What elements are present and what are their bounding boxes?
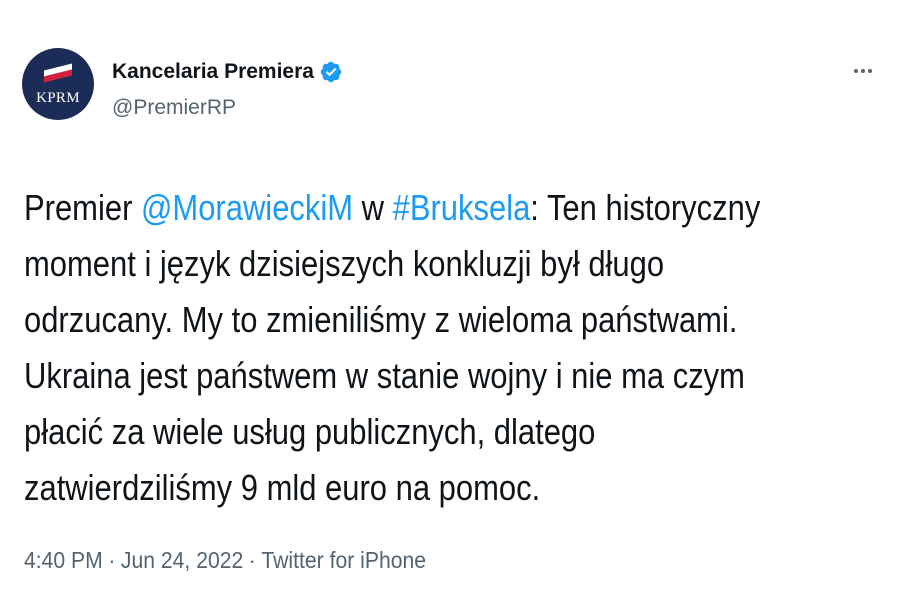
- tweet-line-6: zatwierdziliśmy 9 mld euro na pomoc.: [24, 467, 541, 508]
- tweet-line-2: moment i język dzisiejszych konkluzji by…: [24, 243, 665, 284]
- hashtag-link[interactable]: #Bruksela: [393, 187, 531, 228]
- avatar[interactable]: KPRM: [22, 48, 94, 120]
- avatar-logo-text: KPRM: [36, 90, 80, 106]
- tweet-text-segment: w: [353, 187, 393, 228]
- name-row: Kancelaria Premiera: [112, 60, 343, 84]
- more-options-icon[interactable]: [845, 58, 881, 84]
- display-name[interactable]: Kancelaria Premiera: [112, 60, 314, 84]
- tweet-source[interactable]: Twitter for iPhone: [261, 547, 426, 573]
- tweet-time[interactable]: 4:40 PM: [24, 547, 103, 573]
- tweet-date[interactable]: Jun 24, 2022: [121, 547, 243, 573]
- user-info: Kancelaria Premiera @PremierRP: [112, 60, 343, 120]
- tweet-line-4: Ukraina jest państwem w stanie wojny i n…: [24, 355, 745, 396]
- polish-flag-icon: [44, 63, 72, 83]
- tweet-card: KPRM Kancelaria Premiera @PremierRP Prem…: [0, 0, 900, 600]
- tweet-line-5: płacić za wiele usług publicznych, dlate…: [24, 411, 596, 452]
- tweet-line-3: odrzucany. My to zmieniliśmy z wieloma p…: [24, 299, 738, 340]
- tweet-text-segment: Premier: [24, 187, 141, 228]
- tweet-meta: 4:40 PM · Jun 24, 2022 · Twitter for iPhone: [24, 547, 426, 574]
- verified-badge-icon: [320, 61, 342, 83]
- tweet-text-segment: : Ten historyczny: [530, 187, 761, 228]
- meta-separator: ·: [248, 547, 256, 573]
- meta-separator: ·: [108, 547, 116, 573]
- user-handle[interactable]: @PremierRP: [112, 96, 343, 120]
- tweet-text: Premier @MorawieckiM w #Bruksela: Ten hi…: [24, 180, 764, 516]
- mention-link[interactable]: @MorawieckiM: [141, 187, 353, 228]
- tweet-line-1: Premier @MorawieckiM w #Bruksela: Ten hi…: [24, 180, 764, 236]
